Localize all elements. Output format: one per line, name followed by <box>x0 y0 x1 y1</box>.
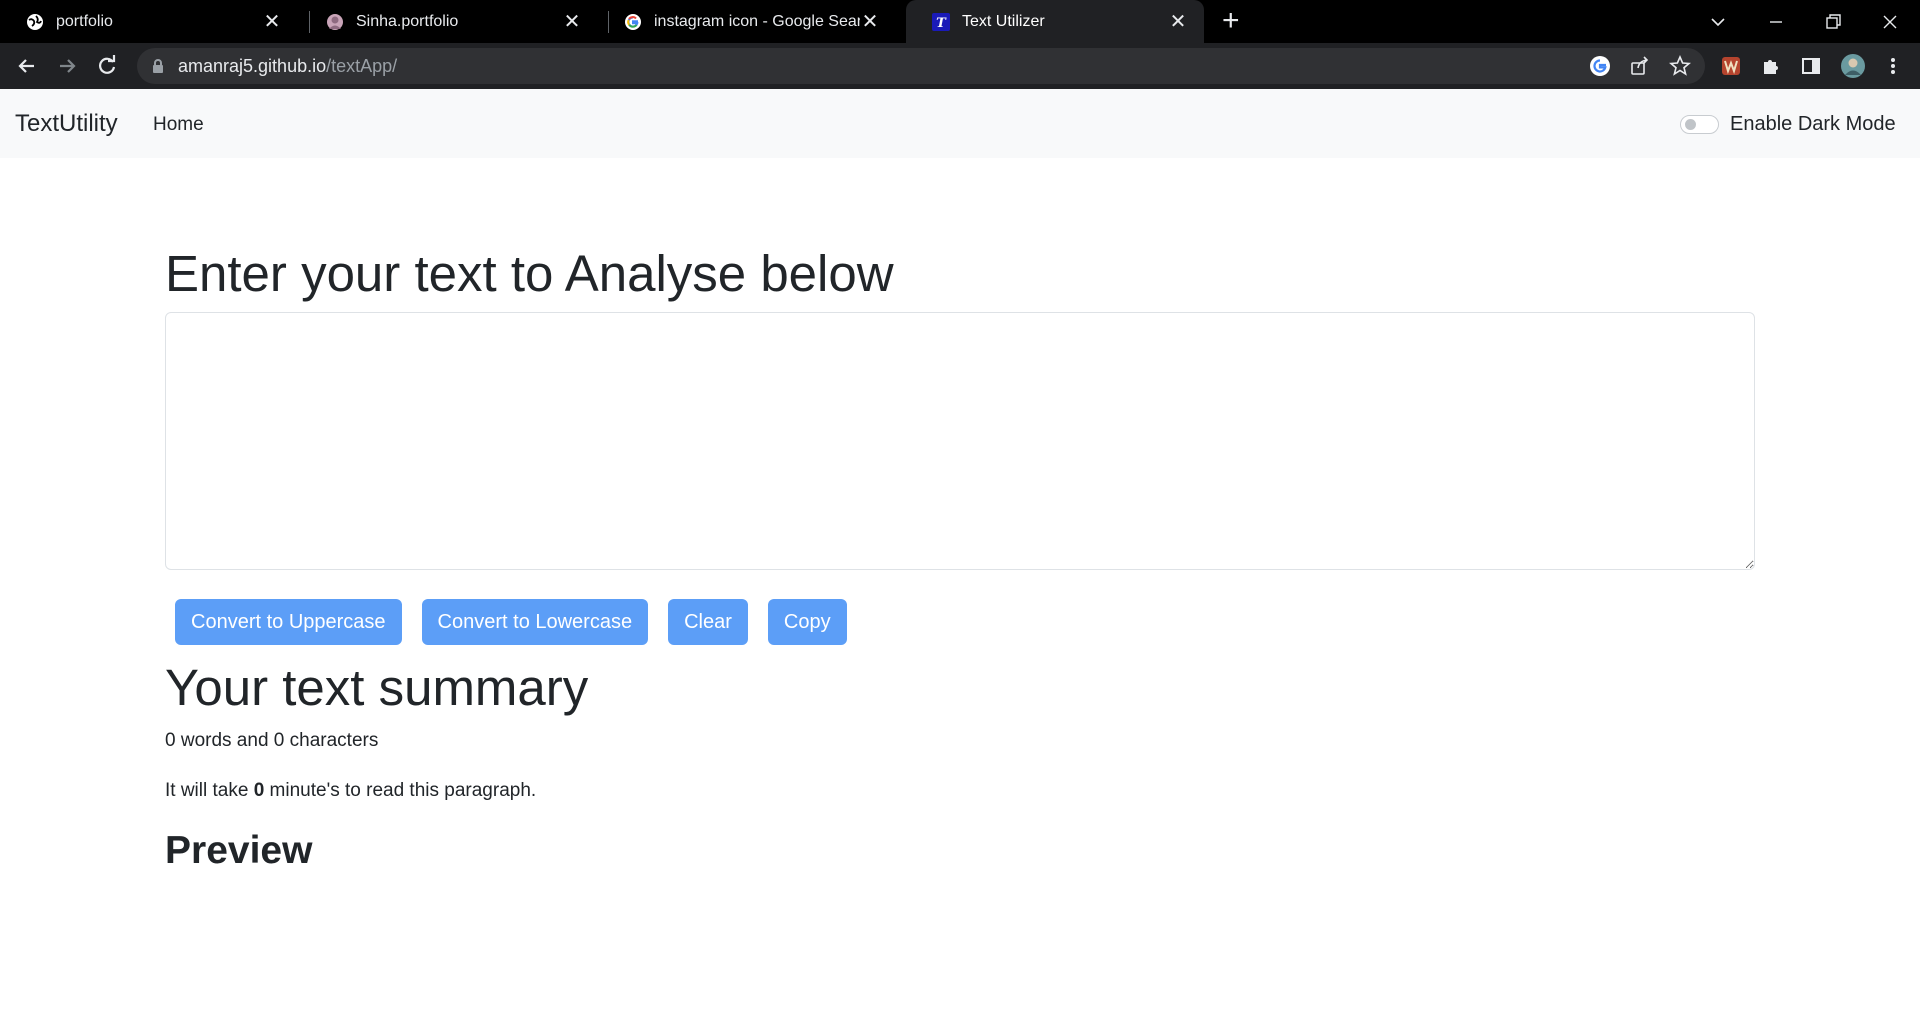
dark-mode-switch[interactable] <box>1680 115 1719 134</box>
globe-icon <box>27 13 43 30</box>
bookmark-star-icon[interactable] <box>1669 55 1691 77</box>
google-icon <box>625 13 641 30</box>
side-panel-icon[interactable] <box>1800 55 1822 77</box>
text-input-area[interactable] <box>165 312 1755 570</box>
close-icon[interactable]: ✕ <box>262 9 282 34</box>
read-time-text: It will take 0 minute's to read this par… <box>165 780 536 802</box>
restore-button[interactable] <box>1823 0 1843 43</box>
restore-icon <box>1826 13 1841 29</box>
lock-icon[interactable] <box>151 58 165 74</box>
uppercase-button[interactable]: Convert to Uppercase <box>175 599 402 645</box>
app-navbar: TextUtility Home Enable Dark Mode <box>0 89 1920 158</box>
address-bar[interactable]: amanraj5.github.io/textApp/ <box>137 48 1705 84</box>
nav-link-home[interactable]: Home <box>153 114 204 136</box>
navbar-brand[interactable]: TextUtility <box>15 110 118 138</box>
tab-title: Sinha.portfolio <box>356 12 459 30</box>
share-icon[interactable] <box>1629 55 1651 77</box>
read-time-prefix: It will take <box>165 780 254 801</box>
word-count-summary: 0 words and 0 characters <box>165 730 379 751</box>
profile-avatar-icon[interactable] <box>1840 53 1866 79</box>
avatar-icon <box>327 13 343 30</box>
summary-heading: Your text summary <box>165 659 589 716</box>
forward-arrow-icon[interactable] <box>54 53 80 79</box>
back-arrow-icon[interactable] <box>14 53 40 79</box>
read-time-minutes: 0 <box>253 780 265 801</box>
clear-button[interactable]: Clear <box>668 599 748 645</box>
browser-tab-google-search[interactable]: instagram icon - Google Search ✕ <box>598 0 896 43</box>
copy-button[interactable]: Copy <box>767 599 847 645</box>
browser-tab-sinha-portfolio[interactable]: Sinha.portfolio ✕ <box>300 0 598 43</box>
text-t-icon: T <box>932 12 950 31</box>
lowercase-button[interactable]: Convert to Lowercase <box>421 599 649 645</box>
minimize-button[interactable] <box>1766 0 1786 43</box>
menu-kebab-icon[interactable] <box>1882 55 1904 77</box>
close-window-button[interactable] <box>1880 0 1900 43</box>
url-path: /textApp/ <box>326 56 398 76</box>
url-host: amanraj5.github.io <box>178 56 327 76</box>
browser-tab-strip: portfolio ✕ Sinha.portfolio ✕ instagram … <box>0 0 1920 43</box>
tab-title: portfolio <box>56 12 113 30</box>
read-time-suffix: minute's to read this paragraph. <box>264 780 537 801</box>
switch-knob <box>1685 119 1696 130</box>
dark-mode-label[interactable]: Enable Dark Mode <box>1730 113 1896 136</box>
browser-tab-portfolio[interactable]: portfolio ✕ <box>0 0 298 43</box>
close-icon[interactable]: ✕ <box>562 9 582 34</box>
tab-title: instagram icon - Google Search <box>654 12 860 30</box>
google-lens-icon[interactable] <box>1589 55 1611 77</box>
close-icon[interactable]: ✕ <box>1168 9 1188 34</box>
chevron-down-icon <box>1711 17 1725 26</box>
action-buttons: Convert to Uppercase Convert to Lowercas… <box>175 599 867 645</box>
close-icon <box>1883 15 1897 28</box>
dark-mode-toggle[interactable]: Enable Dark Mode <box>1680 113 1896 136</box>
tab-search-button[interactable] <box>1708 0 1728 43</box>
minimize-icon <box>1770 20 1782 23</box>
browser-tab-text-utilizer[interactable]: T Text Utilizer ✕ <box>906 0 1204 43</box>
close-icon[interactable]: ✕ <box>860 9 880 34</box>
reload-icon[interactable] <box>94 53 120 79</box>
tab-title: Text Utilizer <box>962 12 1045 30</box>
new-tab-button[interactable]: + <box>1222 6 1240 36</box>
svg-text:T: T <box>936 16 947 31</box>
extension-icon[interactable] <box>1720 55 1742 77</box>
page-title: Enter your text to Analyse below <box>165 245 894 302</box>
browser-toolbar: amanraj5.github.io/textApp/ <box>0 43 1920 89</box>
preview-heading: Preview <box>165 829 313 872</box>
puzzle-extensions-icon[interactable] <box>1760 55 1782 77</box>
url-text: amanraj5.github.io/textApp/ <box>178 56 397 77</box>
